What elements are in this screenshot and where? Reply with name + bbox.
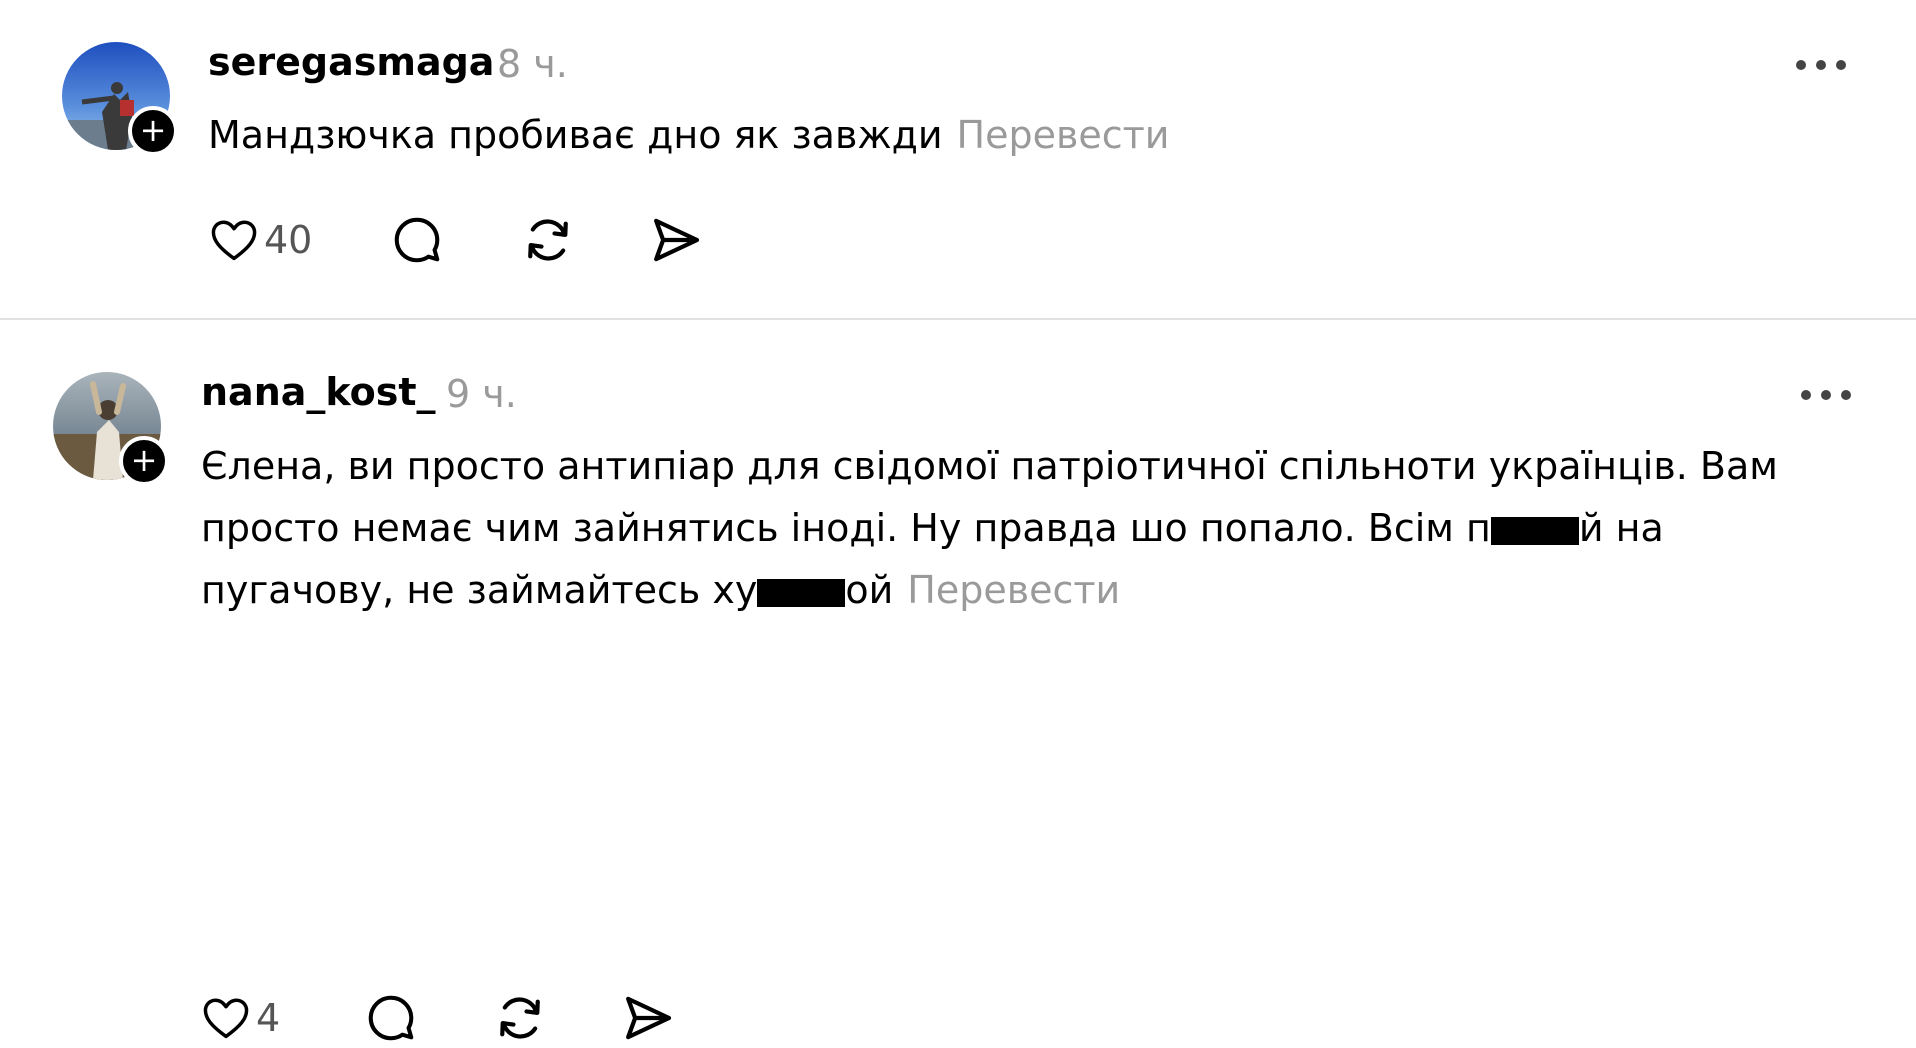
send-icon [654, 218, 700, 262]
follow-plus-icon[interactable]: + [128, 106, 178, 156]
username[interactable]: nana_kost_ [201, 370, 436, 414]
like-button[interactable]: 40 [208, 210, 312, 270]
comment-body: Мандзючка пробиває дно як завжди [208, 113, 943, 157]
comment-icon [394, 217, 440, 263]
username[interactable]: seregasmaga [208, 40, 494, 84]
heart-icon [211, 220, 257, 261]
avatar[interactable]: + [62, 42, 178, 156]
timestamp[interactable]: 9 ч. [446, 372, 517, 416]
repost-icon [500, 997, 540, 1039]
more-options-icon[interactable] [1795, 56, 1847, 70]
redaction-block [757, 579, 846, 607]
avatar[interactable]: + [53, 372, 169, 486]
comment-text: Мандзючка пробиває дно як завжди Перевест… [208, 104, 1858, 166]
comment-icon [368, 995, 414, 1041]
like-count: 4 [256, 996, 281, 1040]
reply-button[interactable] [390, 210, 444, 270]
repost-button[interactable] [492, 988, 548, 1048]
translate-link[interactable]: Перевести [957, 113, 1170, 157]
reply-button[interactable] [364, 988, 418, 1048]
repost-button[interactable] [520, 210, 576, 270]
share-button[interactable] [648, 210, 704, 270]
redaction-block [1490, 517, 1579, 545]
comment: + nana_kost_ 9 ч. Єлена, ви просто антип… [0, 320, 1916, 1041]
follow-plus-icon[interactable]: + [119, 436, 169, 486]
comment-body-part3: ой [845, 568, 894, 612]
heart-icon [203, 998, 249, 1039]
comment-text: Єлена, ви просто антипіар для свідомої п… [201, 435, 1861, 621]
share-button[interactable] [620, 988, 676, 1048]
more-options-icon[interactable] [1800, 386, 1852, 400]
translate-link[interactable]: Перевести [907, 568, 1120, 612]
comment: + seregasmaga 8 ч. Мандзючка пробиває дн… [0, 0, 1916, 318]
timestamp[interactable]: 8 ч. [497, 42, 568, 86]
like-button[interactable]: 4 [200, 988, 280, 1048]
like-count: 40 [264, 218, 313, 262]
send-icon [626, 996, 672, 1040]
repost-icon [528, 219, 568, 261]
